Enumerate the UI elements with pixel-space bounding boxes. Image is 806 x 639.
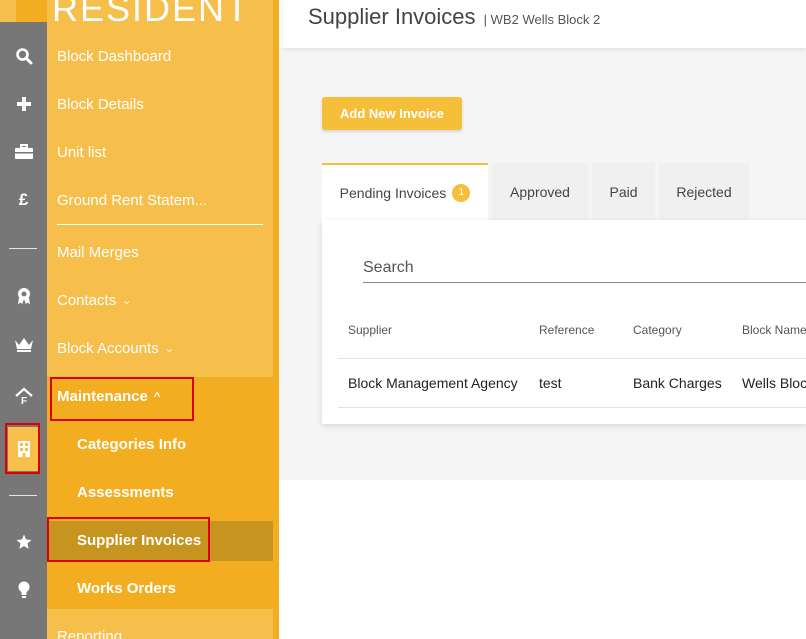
briefcase-icon[interactable]: [0, 128, 47, 176]
tab-paid[interactable]: Paid: [592, 163, 655, 220]
badge-icon[interactable]: [0, 272, 47, 320]
table-header: Supplier Reference Category Block Name: [338, 303, 806, 359]
rail-highlight-box: [5, 423, 40, 474]
chevron-down-icon: ⌄: [122, 295, 132, 307]
icon-rail: £ F: [0, 0, 47, 639]
sidebar-item-assessments[interactable]: Assessments: [77, 481, 174, 505]
house-icon[interactable]: F: [0, 372, 47, 420]
sidebar-item-contacts[interactable]: Contacts ⌄: [57, 289, 131, 313]
tab-approved[interactable]: Approved: [492, 163, 588, 220]
page-subtitle: | WB2 Wells Block 2: [483, 12, 601, 27]
page-title: Supplier Invoices | WB2 Wells Block 2: [308, 4, 600, 30]
sidebar-item-mail-merges[interactable]: Mail Merges: [57, 241, 139, 265]
tab-label: Paid: [609, 183, 638, 200]
logo-text: RESIDENT: [52, 0, 251, 28]
column-header-block-name[interactable]: Block Name: [742, 323, 806, 337]
pound-glyph: £: [18, 190, 29, 209]
main-content: Supplier Invoices | WB2 Wells Block 2 Ad…: [279, 0, 806, 639]
column-header-supplier[interactable]: Supplier: [348, 323, 392, 337]
sidebar-menu: Block Dashboard Block Details Unit list …: [47, 0, 273, 639]
search-input[interactable]: [363, 253, 806, 283]
search-icon[interactable]: [0, 32, 47, 80]
rail-divider: [9, 248, 37, 249]
sidebar-item-works-orders[interactable]: Works Orders: [77, 577, 176, 601]
cell-category: Bank Charges: [633, 375, 722, 391]
add-new-invoice-button[interactable]: Add New Invoice: [322, 97, 462, 130]
lightbulb-icon[interactable]: [0, 566, 47, 614]
sidebar-item-ground-rent[interactable]: Ground Rent Statem...: [57, 189, 207, 213]
chevron-down-icon: ⌄: [164, 343, 174, 355]
sidebar-item-categories-info[interactable]: Categories Info: [77, 433, 186, 457]
svg-text:F: F: [21, 396, 27, 405]
page-title-text: Supplier Invoices: [308, 4, 476, 29]
tab-label: Pending Invoices: [339, 184, 447, 201]
pound-icon[interactable]: £: [0, 176, 47, 224]
tab-rejected[interactable]: Rejected: [659, 163, 749, 220]
sidebar-item-block-dashboard[interactable]: Block Dashboard: [57, 45, 171, 69]
menu-divider: [57, 224, 263, 225]
sidebar-item-block-details[interactable]: Block Details: [57, 93, 144, 117]
column-header-category[interactable]: Category: [633, 323, 682, 337]
supplier-invoices-highlight-box: [47, 517, 210, 562]
cell-reference: test: [539, 375, 562, 391]
invoices-panel: Supplier Reference Category Block Name B…: [322, 220, 806, 424]
rail-divider-2: [9, 495, 37, 496]
tab-label: Approved: [510, 183, 570, 200]
table-row[interactable]: Block Management Agency test Bank Charge…: [338, 360, 806, 408]
cell-block-name: Wells Block 2: [742, 375, 806, 391]
sidebar-item-label: Block Accounts: [57, 340, 159, 357]
crown-icon[interactable]: [0, 320, 47, 368]
sidebar-item-unit-list[interactable]: Unit list: [57, 141, 106, 165]
cell-supplier: Block Management Agency: [348, 375, 518, 391]
tab-pending-invoices[interactable]: Pending Invoices 1: [322, 163, 488, 220]
sidebar-item-reporting[interactable]: Reporting: [57, 625, 122, 639]
logo-mark-icon: [0, 0, 47, 28]
maintenance-highlight-box: [50, 377, 194, 421]
sidebar-item-label: Contacts: [57, 292, 117, 309]
star-icon[interactable]: [0, 518, 47, 566]
page-header: Supplier Invoices | WB2 Wells Block 2: [283, 0, 806, 48]
tab-label: Rejected: [676, 183, 732, 200]
column-header-reference[interactable]: Reference: [539, 323, 594, 337]
plus-icon[interactable]: [0, 80, 47, 128]
brand-logo[interactable]: RESIDENT: [0, 0, 273, 28]
pending-count-badge: 1: [452, 183, 471, 202]
sidebar-item-block-accounts[interactable]: Block Accounts ⌄: [57, 337, 174, 361]
